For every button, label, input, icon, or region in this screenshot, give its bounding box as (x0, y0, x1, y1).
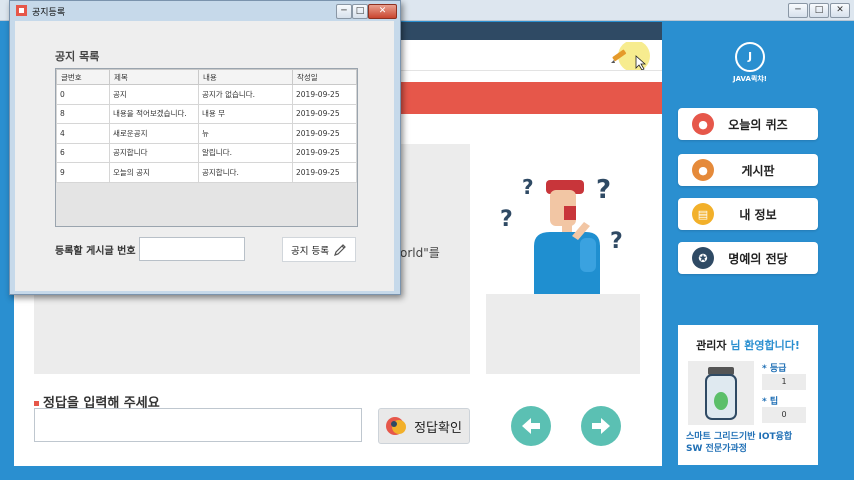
svg-text:?: ? (522, 175, 534, 199)
column-header-title[interactable]: 제목 (109, 69, 199, 85)
cell-no: 4 (56, 123, 110, 144)
cell-no: 6 (56, 142, 110, 163)
cell-no: 0 (56, 84, 110, 105)
cell-title: 공지 (109, 84, 199, 105)
svg-text:?: ? (500, 207, 513, 232)
avatar (688, 361, 754, 425)
course-line-2: SW 전문가과정 (686, 444, 747, 454)
column-header-no[interactable]: 글번호 (56, 69, 110, 85)
menu-today-quiz[interactable]: ● 오늘의 퀴즈 (678, 108, 818, 140)
cell-content: 알립니다. (198, 142, 293, 163)
app-icon (16, 5, 27, 16)
cell-date: 2019-09-25 (292, 123, 357, 144)
column-header-content[interactable]: 내용 (198, 69, 293, 85)
menu-label: 오늘의 퀴즈 (728, 117, 788, 132)
menu-label: 내 정보 (739, 207, 777, 222)
close-button[interactable]: ✕ (830, 3, 850, 18)
user-name: 관리자 (696, 339, 727, 352)
notice-list-title: 공지 목록 (55, 50, 100, 63)
tip-label: * 팁 (762, 397, 779, 407)
grade-label: * 등급 (762, 364, 787, 374)
column-header-date[interactable]: 작성일 (292, 69, 357, 85)
next-button[interactable] (581, 406, 621, 446)
cell-date: 2019-09-25 (292, 84, 357, 105)
prev-button[interactable] (511, 406, 551, 446)
menu-my-info[interactable]: ▤ 내 정보 (678, 198, 818, 230)
bullet-icon (34, 401, 39, 406)
register-notice-button[interactable]: 공지 등록 (282, 237, 356, 262)
cell-content: 공지가 없습니다. (198, 84, 293, 105)
check-answer-label: 정답확인 (414, 420, 462, 436)
jar-avatar-icon (705, 367, 737, 420)
cell-date: 2019-09-25 (292, 103, 357, 124)
grade-value: 1 (762, 374, 806, 390)
tip-label-text: 팁 (769, 397, 779, 407)
table-row[interactable]: 8 내용을 적어보겠습니다. 내용 무 2019-09-25 (56, 103, 357, 124)
table-row[interactable]: 4 새로운공지 뉴 2019-09-25 (56, 123, 357, 144)
cell-date: 2019-09-25 (292, 142, 357, 163)
maximize-button[interactable]: □ (809, 3, 829, 18)
cell-title: 새로운공지 (109, 123, 199, 144)
dialog-minimize-button[interactable]: ─ (336, 4, 352, 19)
table-row[interactable]: 6 공지합니다 알립니다. 2019-09-25 (56, 142, 357, 163)
dialog-titlebar[interactable]: 공지등록 ─ □ ✕ (10, 1, 400, 21)
arrow-right-icon (592, 418, 610, 434)
medal-icon: ✪ (692, 247, 714, 269)
image-area (486, 294, 640, 374)
welcome-message: 님 환영합니다! (730, 339, 800, 352)
cell-title: 공지합니다 (109, 142, 199, 163)
menu-board[interactable]: ● 게시판 (678, 154, 818, 186)
dialog-close-button[interactable]: ✕ (368, 4, 397, 19)
cell-date: 2019-09-25 (292, 162, 357, 183)
menu-label: 게시판 (741, 163, 775, 178)
tip-value: 0 (762, 407, 806, 423)
course-line-1: 스마트 그리드기반 IOT융합 (686, 432, 793, 442)
notice-table: 글번호 제목 내용 작성일 0 공지 공지가 없습니다. 2019-09-25 … (55, 68, 358, 227)
cell-title: 오늘의 공지 (109, 162, 199, 183)
cell-content: 공지합니다. (198, 162, 293, 183)
pencil-icon (334, 243, 346, 256)
notice-dialog: 공지등록 ─ □ ✕ 공지 목록 글번호 제목 내용 작성일 0 공지 공지가 … (9, 0, 401, 295)
cell-no: 9 (56, 162, 110, 183)
welcome-text: 관리자 님 환영합니다! (678, 337, 818, 353)
cell-title: 내용을 적어보겠습니다. (109, 103, 199, 124)
answer-input[interactable] (34, 408, 362, 442)
thinking-person-illustration: ? ? ? ? (500, 175, 623, 294)
logo-mark-icon: J (735, 42, 765, 72)
dialog-maximize-button[interactable]: □ (352, 4, 368, 19)
menu-label: 명예의 전당 (728, 251, 788, 266)
dialog-title: 공지등록 (32, 8, 66, 18)
cell-no: 8 (56, 103, 110, 124)
table-header-row: 글번호 제목 내용 작성일 (56, 69, 357, 85)
cell-content: 내용 무 (198, 103, 293, 124)
post-number-input[interactable] (139, 237, 245, 261)
document-icon: ▤ (692, 203, 714, 225)
arrow-left-icon (522, 418, 540, 434)
check-answer-icon (386, 417, 407, 435)
register-notice-label: 공지 등록 (291, 245, 329, 257)
app-logo: J JAVA퀵챠! (728, 42, 772, 84)
quiz-avatar-icon: ● (692, 113, 714, 135)
check-answer-button[interactable]: 정답확인 (378, 408, 470, 444)
menu-hall-of-fame[interactable]: ✪ 명예의 전당 (678, 242, 818, 274)
svg-text:?: ? (596, 175, 611, 205)
board-avatar-icon: ● (692, 159, 714, 181)
table-row[interactable]: 0 공지 공지가 없습니다. 2019-09-25 (56, 84, 357, 105)
grade-label-text: 등급 (769, 364, 787, 374)
profile-card: 관리자 님 환영합니다! * 등급 1 * 팁 0 스마트 그리드기반 IOT융… (678, 325, 818, 465)
question-text: orld"를 (400, 246, 440, 260)
course-name: 스마트 그리드기반 IOT융합 SW 전문가과정 (686, 431, 814, 455)
cell-content: 뉴 (198, 123, 293, 144)
edit-button[interactable] (606, 40, 658, 72)
minimize-button[interactable]: ─ (788, 3, 808, 18)
logo-text: JAVA퀵챠! (733, 75, 767, 83)
post-number-label: 등록할 게시글 번호 (55, 246, 136, 257)
pencil-icon (611, 40, 650, 72)
table-row[interactable]: 9 오늘의 공지 공지합니다. 2019-09-25 (56, 162, 357, 183)
svg-text:?: ? (610, 229, 623, 254)
